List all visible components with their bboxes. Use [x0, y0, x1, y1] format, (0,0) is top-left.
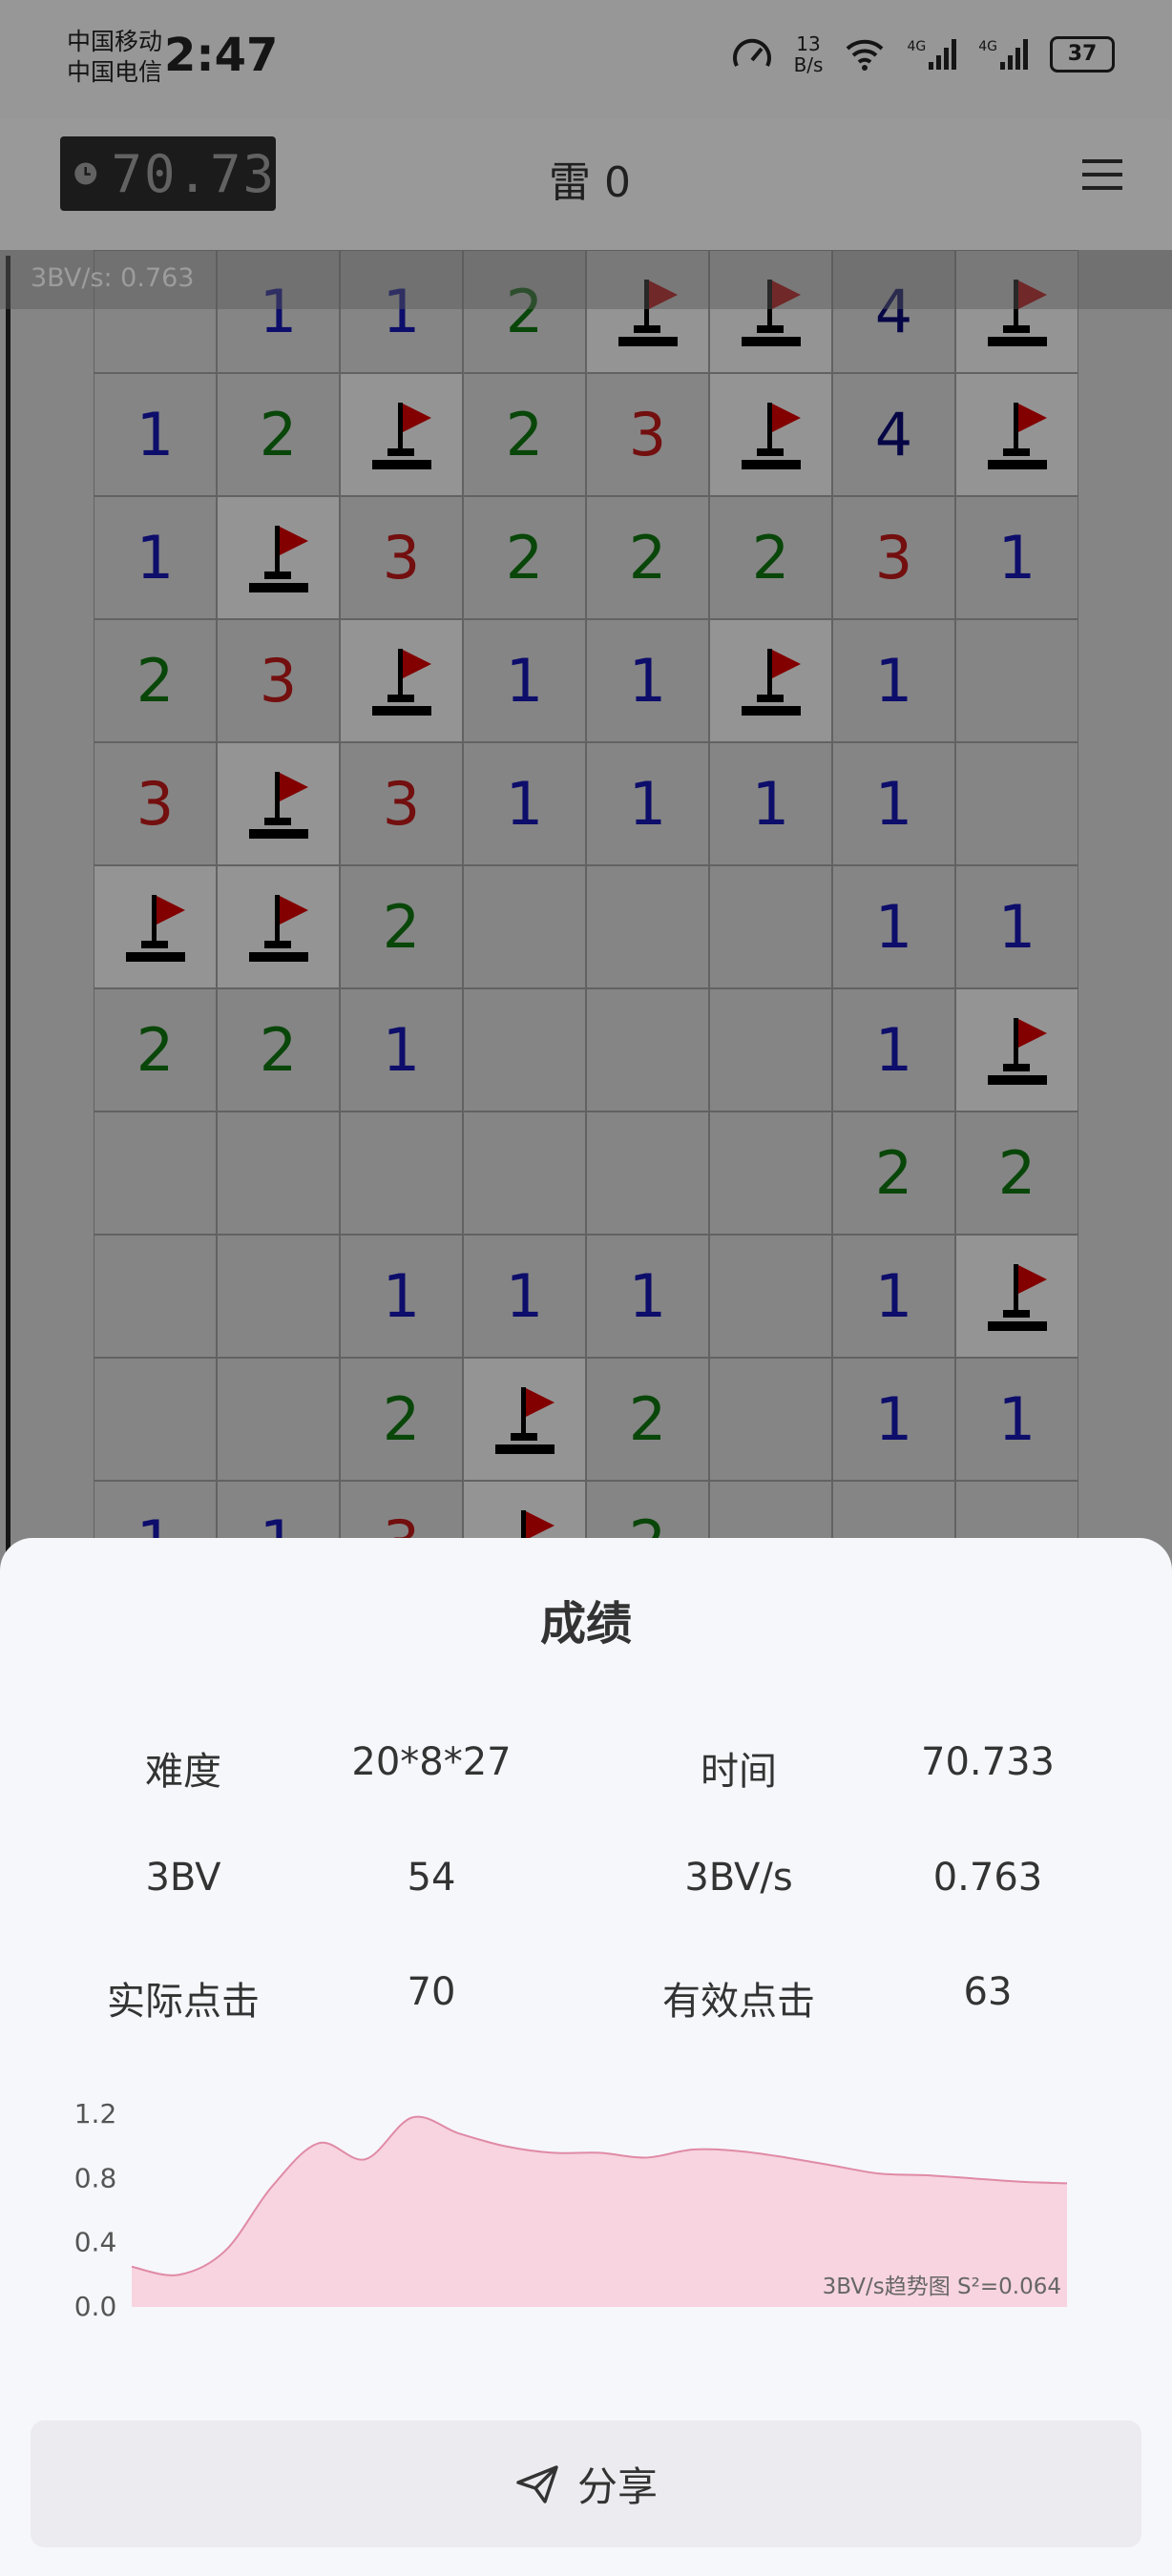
- difficulty-label: 难度: [145, 1750, 221, 1794]
- bv-label: 3BV: [145, 1856, 221, 1900]
- y-tick-label: 0.4: [74, 2227, 117, 2258]
- bv-value: 54: [407, 1856, 456, 1900]
- result-sheet: 成绩 难度 20*8*27 时间 70.733 3BV 54 3BV/s 0.7…: [0, 1538, 1172, 2576]
- bvs-trend-chart: 1.2 0.8 0.4 0.0 3BV/s趋势图 S²=0.064: [74, 2098, 1068, 2322]
- clicks-value: 70: [407, 1970, 456, 2014]
- send-icon: [516, 2464, 558, 2503]
- y-tick-label: 1.2: [74, 2098, 117, 2129]
- time-label: 时间: [701, 1750, 777, 1794]
- time-value: 70.733: [921, 1740, 1055, 1784]
- difficulty-value: 20*8*27: [351, 1740, 512, 1784]
- effective-value: 63: [963, 1970, 1013, 2014]
- y-tick-label: 0.0: [74, 2291, 117, 2322]
- clicks-label: 实际点击: [107, 1980, 260, 2024]
- bvs-value: 0.763: [932, 1856, 1043, 1900]
- y-tick-label: 0.8: [74, 2162, 117, 2193]
- effective-label: 有效点击: [662, 1980, 815, 2024]
- chart-annotation: 3BV/s趋势图 S²=0.064: [823, 2275, 1061, 2299]
- bvs-label: 3BV/s: [684, 1856, 793, 1900]
- share-button[interactable]: 分享: [31, 2420, 1141, 2547]
- result-title: 成绩: [539, 1597, 632, 1651]
- share-label: 分享: [576, 2463, 658, 2510]
